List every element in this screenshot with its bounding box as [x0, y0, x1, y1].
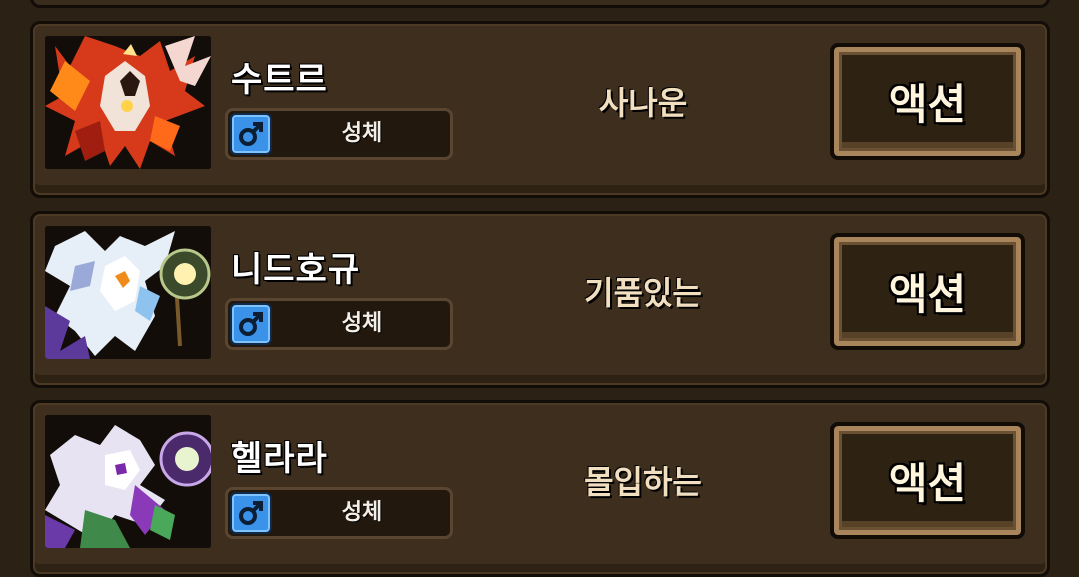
creature-type-label: 성체 [341, 121, 383, 146]
creature-type-label: 성체 [341, 500, 383, 525]
creature-card: 헬라라 성체 몰입하는 액션 [30, 400, 1050, 577]
fire-dragon-icon [45, 36, 211, 169]
creature-type-bar: 성체 [225, 108, 453, 160]
action-button-label: 액션 [888, 459, 967, 508]
creature-type-bar: 성체 [225, 298, 453, 350]
action-button-label: 액션 [888, 270, 967, 319]
creature-name: 헬라라 [231, 439, 328, 479]
action-button[interactable]: 액션 [830, 233, 1025, 350]
creature-trait: 기품있는 [584, 274, 702, 312]
creature-type-bar: 성체 [225, 487, 453, 539]
creature-card: 수트르 성체 사나운 액션 [30, 21, 1050, 198]
creature-name: 니드호규 [231, 250, 361, 290]
creature-trait: 사나운 [598, 84, 688, 122]
creature-type-label: 성체 [341, 311, 383, 336]
creature-card: 니드호규 성체 기품있는 액션 [30, 211, 1050, 388]
male-icon [230, 492, 272, 534]
action-button-label: 액션 [888, 80, 967, 129]
creature-list: 수트르 성체 사나운 액션 니드호규 성체 기품있는 액션 헬라라 성체 몰입하… [0, 0, 1079, 577]
male-icon [230, 113, 272, 155]
action-button[interactable]: 액션 [830, 422, 1025, 539]
previous-card-edge [30, 0, 1050, 8]
creature-trait: 몰입하는 [584, 463, 702, 501]
shadow-dragon-icon [45, 415, 211, 548]
male-icon [230, 303, 272, 345]
creature-name: 수트르 [231, 60, 328, 100]
ice-dragon-icon [45, 226, 211, 359]
action-button[interactable]: 액션 [830, 43, 1025, 160]
